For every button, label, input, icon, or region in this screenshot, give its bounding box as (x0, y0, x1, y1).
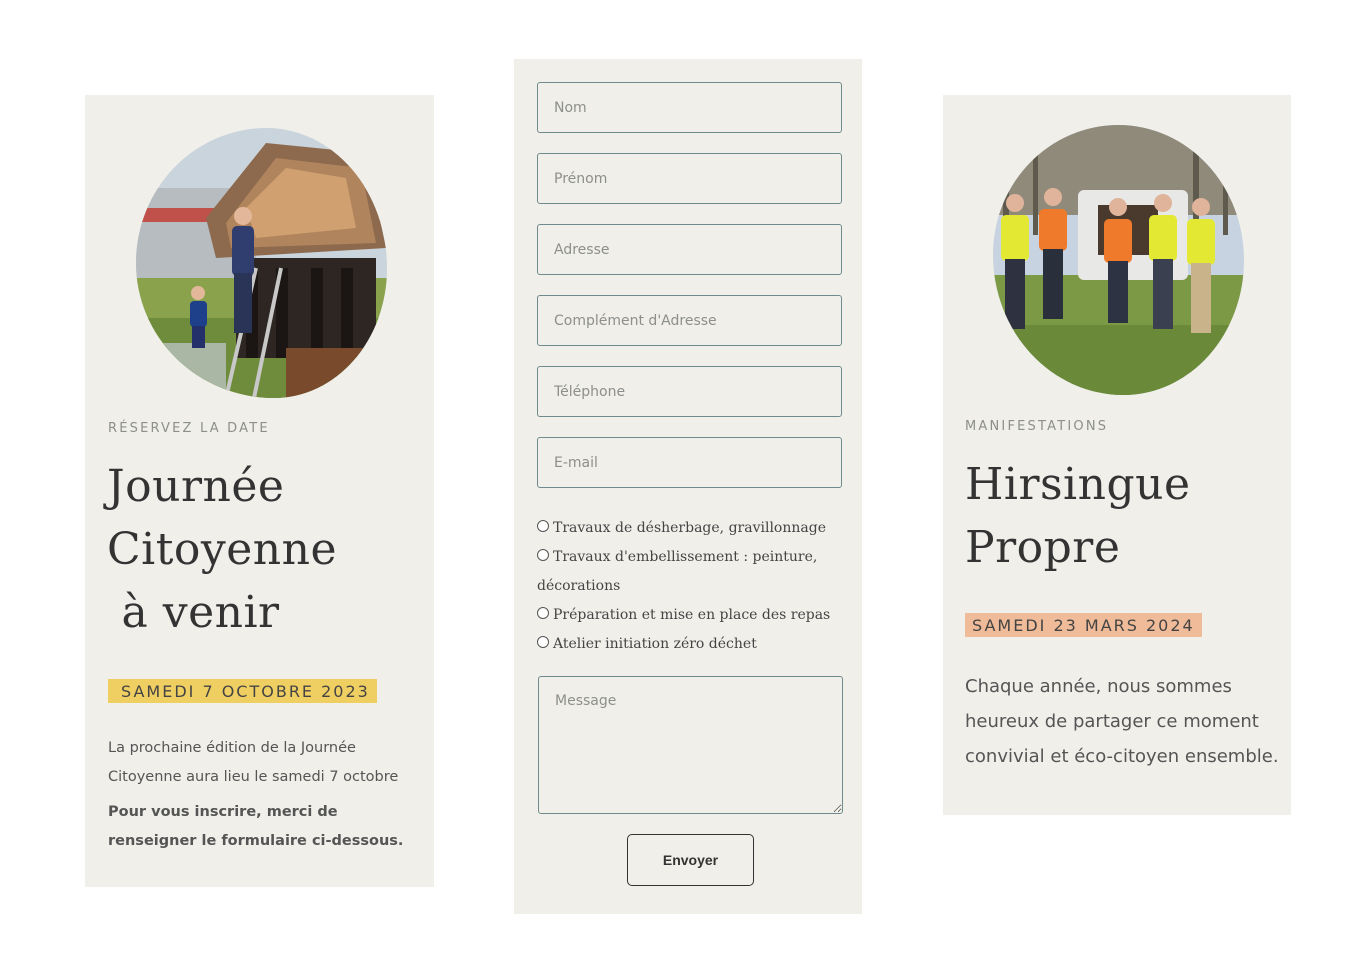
event-description: Chaque année, nous sommes heureux de par… (965, 676, 1279, 767)
email-input[interactable] (537, 437, 842, 488)
message-textarea[interactable] (538, 676, 843, 814)
event-title-line: Propre (965, 522, 1121, 573)
activity-option-label: Travaux d'embellissement : peinture, déc… (537, 549, 818, 594)
radio-button[interactable] (537, 607, 549, 619)
radio-button[interactable] (537, 549, 549, 561)
event-date-badge: SAMEDI 7 OCTOBRE 2023 (108, 679, 377, 703)
activity-option[interactable]: Travaux d'embellissement : peinture, déc… (537, 543, 837, 601)
phone-input[interactable] (537, 366, 842, 417)
activity-option-label: Préparation et mise en place des repas (553, 607, 831, 623)
event-title-line: Citoyenne (107, 524, 338, 575)
event-card-hirsingue-propre: MANIFESTATIONS Hirsingue Propre SAMEDI 2… (943, 95, 1291, 815)
event-photo-insect-hotel (136, 128, 387, 398)
activity-option-label: Travaux de désherbage, gravillonnage (553, 520, 826, 536)
section-eyebrow: MANIFESTATIONS (965, 419, 1109, 434)
event-card-journee-citoyenne: RÉSERVEZ LA DATE Journée Citoyenne à ven… (85, 95, 434, 887)
last-name-input[interactable] (537, 82, 842, 133)
event-title-line: à venir (107, 587, 280, 638)
activity-option[interactable]: Atelier initiation zéro déchet (537, 630, 837, 659)
event-title: Journée Citoyenne à venir (107, 455, 337, 644)
submit-button[interactable]: Envoyer (627, 834, 754, 886)
registration-form: Travaux de désherbage, gravillonnage Tra… (514, 59, 862, 914)
activity-option[interactable]: Préparation et mise en place des repas (537, 601, 837, 630)
first-name-input[interactable] (537, 153, 842, 204)
event-date-badge: SAMEDI 23 MARS 2024 (965, 613, 1202, 637)
activity-options: Travaux de désherbage, gravillonnage Tra… (537, 514, 837, 659)
event-title-line: Journée (107, 461, 285, 512)
address-input[interactable] (537, 224, 842, 275)
radio-button[interactable] (537, 636, 549, 648)
activity-option-label: Atelier initiation zéro déchet (553, 636, 757, 652)
event-title: Hirsingue Propre (965, 453, 1191, 579)
event-description: La prochaine édition de la Journée Citoy… (108, 740, 399, 785)
activity-option[interactable]: Travaux de désherbage, gravillonnage (537, 514, 837, 543)
event-title-line: Hirsingue (965, 459, 1191, 510)
radio-button[interactable] (537, 520, 549, 532)
registration-instruction: Pour vous inscrire, merci de renseigner … (108, 804, 404, 849)
address-complement-input[interactable] (537, 295, 842, 346)
section-eyebrow: RÉSERVEZ LA DATE (108, 421, 270, 436)
event-photo-volunteers (993, 125, 1244, 395)
